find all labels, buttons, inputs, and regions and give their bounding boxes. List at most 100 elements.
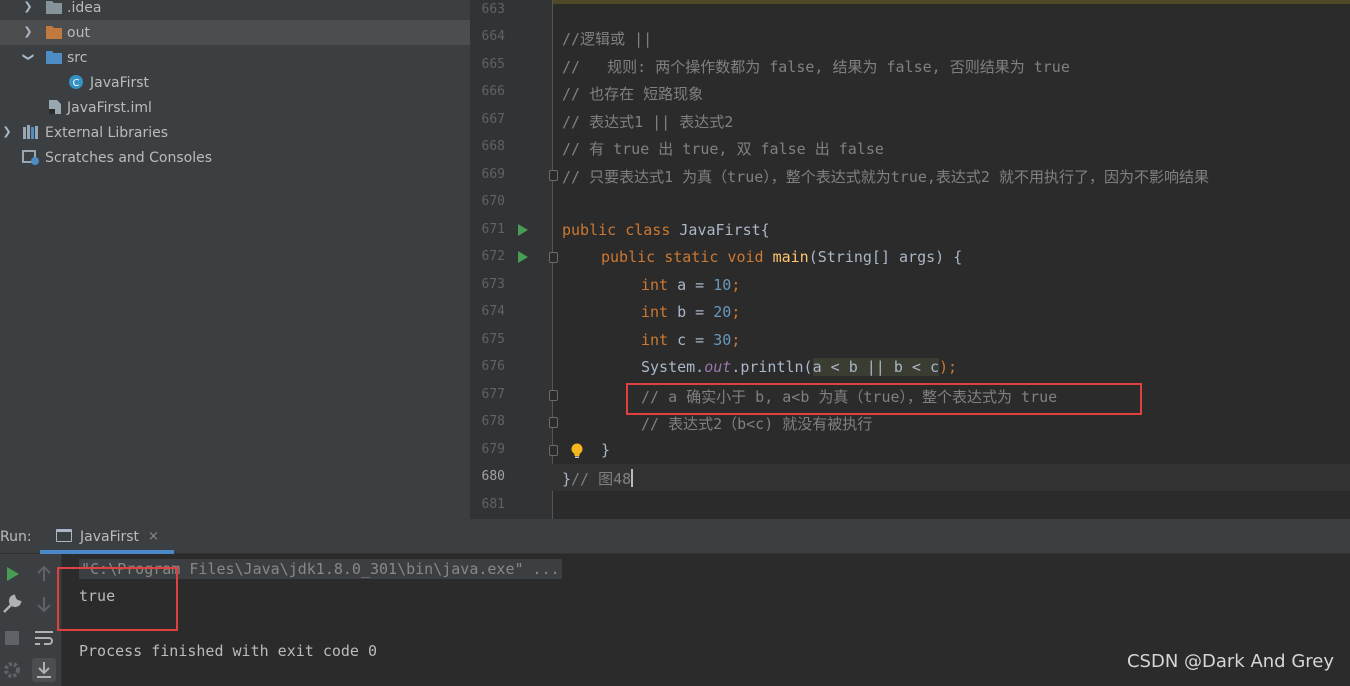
code-number: 10 (713, 276, 732, 294)
run-toolbar (0, 554, 62, 686)
rerun-icon[interactable] (0, 562, 24, 586)
line-number: 675 (481, 332, 505, 347)
chevron-down-icon[interactable]: ❯ (21, 50, 35, 64)
tree-item-idea[interactable]: ❯ .idea (0, 0, 470, 20)
code-comment: // 图48 (571, 470, 632, 488)
console-window-icon (56, 529, 72, 542)
code-comment: // 也存在 短路现象 (562, 85, 704, 103)
code-line[interactable]: 667 // 表达式1 || 表达式2 (470, 107, 1350, 134)
settings-gear-icon[interactable] (0, 658, 24, 682)
code-line[interactable]: 675 int c = 30; (470, 327, 1350, 354)
line-number: 680 (481, 469, 505, 484)
scratches-icon (22, 150, 39, 165)
code-plain: b = (668, 303, 714, 321)
fold-marker-icon[interactable] (549, 252, 558, 263)
code-line[interactable]: 668 // 有 true 出 true, 双 false 出 false (470, 134, 1350, 161)
chevron-right-icon[interactable]: ❯ (0, 125, 14, 139)
library-icon (23, 125, 38, 139)
tree-item-out[interactable]: ❯ out (0, 20, 470, 45)
code-keyword: int (641, 303, 669, 321)
iml-file-icon (49, 100, 61, 114)
line-number: 663 (481, 2, 505, 17)
fold-marker-icon[interactable] (549, 445, 558, 456)
folder-icon (46, 1, 62, 14)
code-number: 30 (713, 331, 732, 349)
code-comment: // 规则: 两个操作数都为 false, 结果为 false, 否则结果为 t… (562, 58, 1070, 76)
scroll-to-end-icon[interactable] (32, 658, 56, 682)
code-highlighted-expression: a < b || b < c (812, 358, 940, 376)
fold-marker-icon[interactable] (549, 417, 558, 428)
tree-item-external-libraries[interactable]: ❯ External Libraries (0, 120, 470, 145)
fold-marker-icon[interactable] (549, 170, 558, 181)
tree-item-iml[interactable]: JavaFirst.iml (0, 95, 470, 120)
tree-item-src[interactable]: ❯ src (0, 45, 470, 70)
code-semicolon: ); (939, 358, 958, 376)
code-line[interactable]: 681 (470, 492, 1350, 519)
code-line[interactable]: 679 } (470, 437, 1350, 464)
run-gutter-icon[interactable] (518, 251, 528, 263)
code-comment: // 表达式1 || 表达式2 (562, 113, 734, 131)
soft-wrap-icon[interactable] (32, 626, 56, 650)
run-gutter-icon[interactable] (518, 224, 528, 236)
chevron-right-icon[interactable]: ❯ (21, 0, 35, 14)
folder-blue-icon (46, 51, 62, 64)
tree-item-label: out (67, 24, 90, 41)
java-class-icon: C (69, 75, 83, 89)
chevron-right-icon[interactable]: ❯ (21, 25, 35, 39)
code-plain: a = (668, 276, 714, 294)
code-line[interactable]: 670 (470, 189, 1350, 216)
code-semicolon: ; (731, 276, 741, 294)
code-line[interactable]: 665 // 规则: 两个操作数都为 false, 结果为 false, 否则结… (470, 52, 1350, 79)
tree-item-label: External Libraries (45, 124, 168, 141)
fold-marker-icon[interactable] (549, 390, 558, 401)
code-comment: // 表达式2（b<c) 就没有被执行 (641, 415, 873, 433)
close-icon[interactable]: × (148, 529, 159, 544)
code-line[interactable]: 663 (470, 0, 1350, 24)
code-text: int b = 20; (641, 303, 740, 321)
code-number: 20 (713, 303, 732, 321)
line-number: 678 (481, 414, 505, 429)
code-keyword: int (641, 276, 669, 294)
annotation-highlight-box (626, 383, 1142, 415)
code-text: public static void main(String[] args) { (601, 248, 962, 266)
line-number: 667 (481, 112, 505, 127)
code-line[interactable]: 664 //逻辑或 || (470, 24, 1350, 51)
code-params: (String[] args) { (808, 248, 963, 266)
tree-item-label: Scratches and Consoles (45, 149, 212, 166)
project-tool-window: ❯ .idea ❯ out ❯ src C JavaFirst JavaFirs… (0, 0, 470, 519)
run-tab-label: JavaFirst (80, 529, 140, 545)
code-line-current[interactable]: 680 }// 图48 (470, 464, 1350, 491)
code-comment: // 有 true 出 true, 双 false 出 false (562, 140, 884, 158)
code-line[interactable]: 669 // 只要表达式1 为真（true），整个表达式就为true,表达式2 … (470, 162, 1350, 189)
tree-item-scratches[interactable]: Scratches and Consoles (0, 145, 470, 170)
code-comment: //逻辑或 || (562, 30, 653, 48)
line-number: 669 (481, 167, 505, 182)
code-plain: System. (641, 358, 705, 376)
code-brace: } (562, 470, 572, 488)
code-line[interactable]: 666 // 也存在 短路现象 (470, 79, 1350, 106)
code-text: }// 图48 (562, 468, 634, 489)
tree-item-label: JavaFirst.iml (67, 99, 152, 116)
line-number: 670 (481, 194, 505, 209)
up-arrow-icon[interactable] (32, 562, 56, 586)
code-method-name: main (772, 248, 809, 266)
code-keyword: public class (562, 221, 671, 239)
lightbulb-icon[interactable] (570, 443, 584, 459)
code-line[interactable]: 674 int b = 20; (470, 299, 1350, 326)
code-editor[interactable]: 663 664 //逻辑或 || 665 // 规则: 两个操作数都为 fals… (470, 0, 1350, 519)
code-semicolon: ; (731, 331, 741, 349)
code-line[interactable]: 672 public static void main(String[] arg… (470, 244, 1350, 271)
wrench-icon[interactable] (0, 592, 24, 616)
line-number: 674 (481, 304, 505, 319)
code-line[interactable]: 676 System.out.println(a < b || b < c); (470, 354, 1350, 381)
code-text: int c = 30; (641, 331, 740, 349)
console-exit-message: Process finished with exit code 0 (79, 642, 378, 660)
down-arrow-icon[interactable] (32, 592, 56, 616)
code-text: public class JavaFirst{ (562, 221, 770, 239)
tree-item-label: src (67, 49, 88, 66)
tree-item-javafirst[interactable]: C JavaFirst (0, 70, 470, 95)
code-line[interactable]: 673 int a = 10; (470, 272, 1350, 299)
code-line[interactable]: 671 public class JavaFirst{ (470, 217, 1350, 244)
stop-icon[interactable] (0, 626, 24, 650)
line-number: 672 (481, 249, 505, 264)
